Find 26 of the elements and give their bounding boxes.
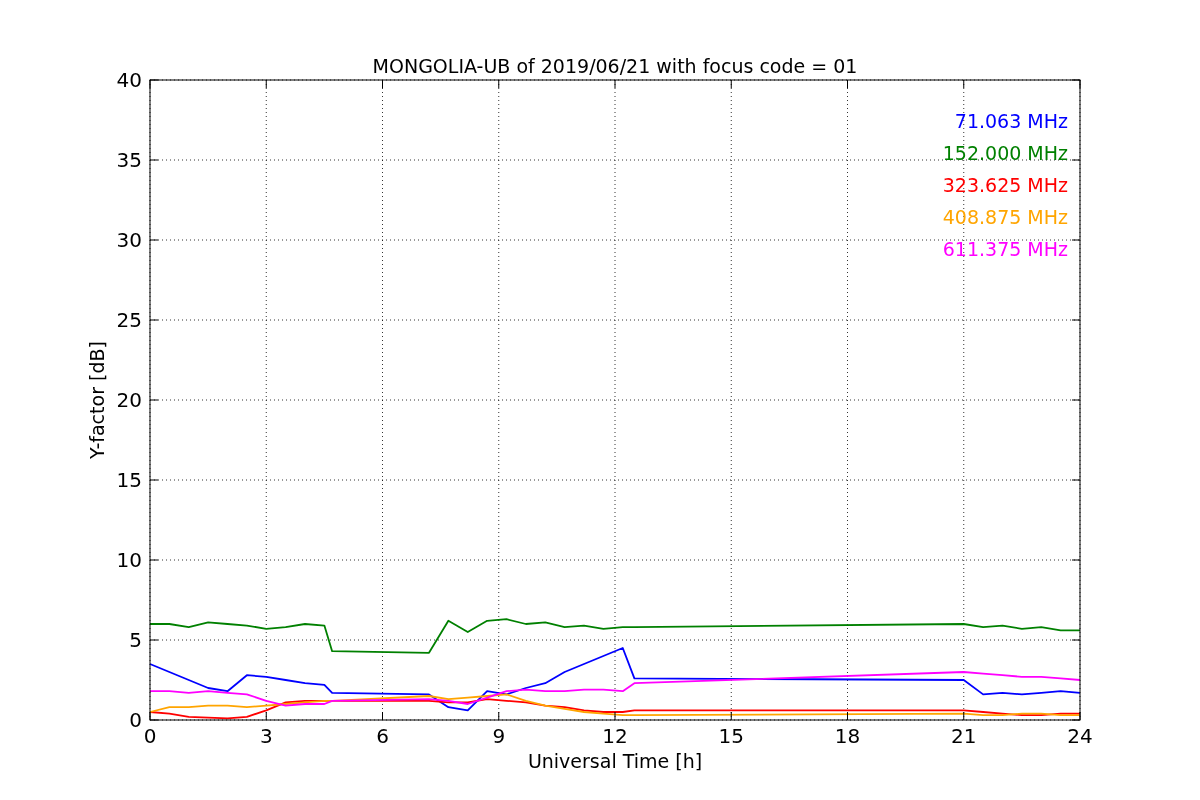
legend-label: 71.063 MHz [954, 110, 1068, 132]
tick-label: 10 [116, 548, 142, 572]
tick-label: 9 [492, 724, 506, 748]
tick-label: 15 [718, 724, 744, 748]
tick-label: 15 [116, 468, 142, 492]
tick-label: 0 [129, 708, 142, 732]
tick-label: 5 [129, 628, 142, 652]
tick-label: 0 [143, 724, 157, 748]
tick-label: 40 [116, 68, 142, 92]
tick-label: 30 [116, 228, 142, 252]
tick-label: 21 [951, 724, 977, 748]
tick-label: 25 [116, 308, 142, 332]
tick-label: 3 [259, 724, 273, 748]
legend-label: 323.625 MHz [942, 174, 1068, 196]
tick-label: 20 [116, 388, 142, 412]
axis-title: Universal Time [h] [527, 750, 703, 772]
legend-label: 408.875 MHz [942, 206, 1068, 228]
legend-label: 152.000 MHz [942, 142, 1068, 164]
tick-label: 18 [834, 724, 861, 748]
chart-title: MONGOLIA-UB of 2019/06/21 with focus code = 01 [372, 55, 858, 77]
axis-title: Y-factor [dB] [86, 341, 108, 459]
tick-label: 12 [602, 724, 628, 748]
tick-label: 6 [376, 724, 389, 748]
legend-label: 611.375 MHz [942, 238, 1068, 260]
tick-label: 24 [1067, 724, 1093, 748]
tick-label: 35 [116, 148, 142, 172]
